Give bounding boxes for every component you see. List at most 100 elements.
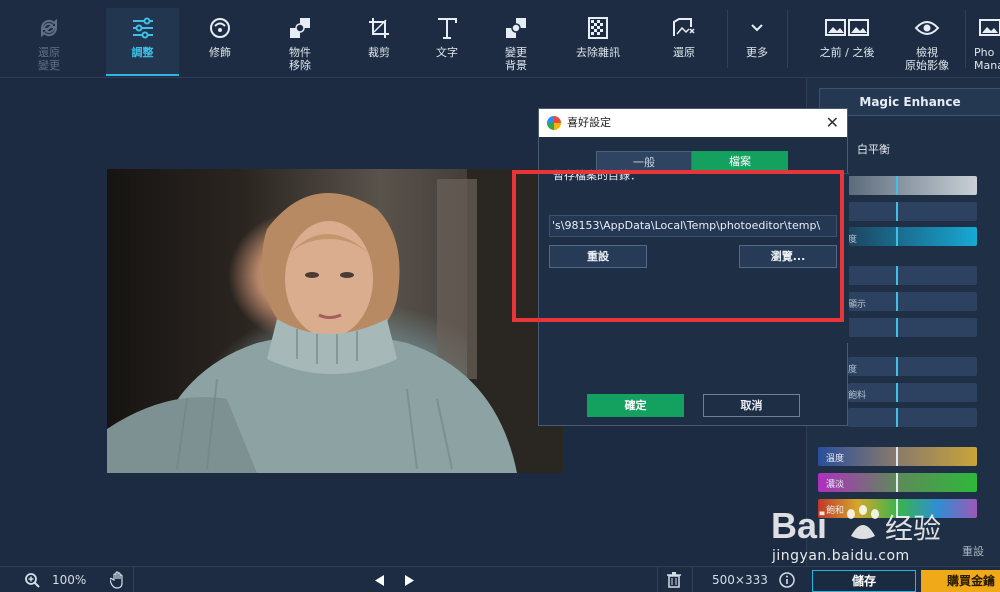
tint-slider[interactable]: 濃淡 [818,473,977,492]
portrait-photo [107,169,563,473]
slider-thumb[interactable] [896,357,898,376]
vibrance-slider[interactable] [848,357,977,376]
cancel-button[interactable]: 取消 [703,394,800,417]
save-button[interactable]: 儲存 [812,570,916,592]
zoom-level: 100% [52,573,87,587]
saturation-slider[interactable] [848,383,977,402]
bottom-divider [657,567,658,592]
toolbar-photo-manager[interactable]: Pho Mana [968,8,1000,76]
toolbar-crop-label: 裁剪 [368,46,390,59]
temperature-slider[interactable]: 溫度 [818,447,977,466]
denoise-icon [588,17,608,39]
toolbar-restore-label: 還原 [673,46,695,59]
slider-thumb[interactable] [896,292,898,311]
highlights-slider[interactable] [848,266,977,285]
slider-thumb[interactable] [896,318,898,337]
close-icon[interactable]: ✕ [826,109,839,137]
toolbar-before-after-label: 之前 / 之後 [819,46,875,59]
reset-dir-button[interactable]: 重設 [549,245,647,268]
whites-slider[interactable] [848,318,977,337]
white-balance-label: 白平衡 [857,143,890,156]
prev-image-icon[interactable] [375,575,385,586]
image-dimensions: 500×333 [712,573,768,587]
toolbar-adjust[interactable]: 調整 [106,8,179,76]
toolbar-text[interactable]: 文字 [414,8,480,76]
toolbar-crop[interactable]: 裁剪 [346,8,412,76]
slider-partial-label: 度 [848,235,858,245]
tab-file[interactable]: 檔案 [692,151,788,173]
toolbar-object-remove[interactable]: 物件 移除 [267,8,333,76]
tint-label: 濃淡 [826,480,845,490]
object-remove-icon [290,18,310,38]
slider-thumb[interactable] [896,202,898,221]
photo-canvas[interactable] [107,169,563,473]
toolbar-undo-changes[interactable]: 還原 變更 [18,8,80,76]
info-icon[interactable] [779,572,795,588]
chevron-down-icon [751,24,763,32]
slider-thumb[interactable] [896,176,898,195]
text-icon [438,18,457,39]
temp-dir-input[interactable]: 's\98153\AppData\Local\Temp\photoeditor\… [549,215,837,237]
slider-thumb[interactable] [896,408,898,427]
exposure-slider[interactable] [848,176,977,195]
trash-icon[interactable] [667,572,681,588]
slider-thumb[interactable] [896,499,898,518]
slider-partial-label: 度 [848,365,858,375]
toolbar-retouch-label: 修飾 [209,46,231,59]
slider-thumb[interactable] [896,473,898,492]
app-logo-icon [547,116,561,130]
panel-reset-button[interactable]: 重設 [962,543,984,559]
toolbar-text-label: 文字 [436,46,458,59]
bottom-divider [692,567,693,592]
sliders-icon [132,17,153,39]
slider-thumb[interactable] [896,447,898,466]
slider-thumb[interactable] [896,227,898,246]
toolbar-more[interactable]: 更多 [730,8,784,76]
ok-button[interactable]: 確定 [587,394,684,417]
toolbar-undo-label: 還原 變更 [38,46,60,72]
toolbar-object-remove-label: 物件 移除 [289,46,311,72]
toolbar-change-background-label: 變更 背景 [505,46,527,72]
preferences-dialog: 喜好設定 ✕ 一般 檔案 暫存檔案的目錄： 's\98153\AppData\L… [538,108,849,426]
slider-thumb[interactable] [896,266,898,285]
zoom-icon[interactable] [24,572,40,588]
toolbar-divider [965,10,966,68]
shadows-slider[interactable] [848,292,977,311]
dialog-title: 喜好設定 [567,116,611,129]
contrast-slider[interactable] [848,202,977,221]
toolbar-change-background[interactable]: 變更 背景 [483,8,549,76]
toolbar-more-label: 更多 [746,46,768,59]
toolbar-divider [727,10,728,68]
toolbar-photo-manager-label: Pho Mana [974,46,1000,72]
buy-key-button[interactable]: 購買金鑰 [921,570,1000,592]
photo-manager-icon [979,19,1000,36]
browse-button[interactable]: 瀏覽... [739,245,837,268]
restore-icon [673,18,695,36]
toolbar-view-original[interactable]: 檢視 原始影像 [892,8,962,76]
before-after-icon [825,19,869,36]
toolbar-divider [787,10,788,68]
toolbar-retouch[interactable]: 修飾 [187,8,253,76]
next-image-icon[interactable] [404,575,414,586]
bottom-divider [133,567,134,592]
face-icon [210,18,230,38]
toolbar-view-original-label: 檢視 原始影像 [905,46,949,72]
toolbar-before-after[interactable]: 之前 / 之後 [810,8,884,76]
temp-dir-label: 暫存檔案的目錄： [553,169,641,182]
slider-partial-label: 顯示 [848,300,867,310]
watermark-url: jingyan.baidu.com [772,548,910,564]
hue-label: 飽和 [826,506,845,516]
hue-slider[interactable]: 飽和 [818,499,977,518]
clarity-slider[interactable] [848,227,977,246]
toolbar-restore[interactable]: 還原 [651,8,717,76]
background-icon [506,18,526,38]
slider-partial-label: 飽料 [848,391,867,401]
crop-icon [369,18,389,38]
top-toolbar: 還原 變更 調整 修飾 物件 移除 裁剪 文字 變更 背景 去除雜訊 還原 更多… [0,0,1000,78]
hand-icon[interactable] [110,571,126,589]
dialog-titlebar: 喜好設定 ✕ [539,109,847,137]
toolbar-denoise-label: 去除雜訊 [576,46,620,59]
sharpness-slider[interactable] [848,408,977,427]
toolbar-denoise[interactable]: 去除雜訊 [565,8,631,76]
slider-thumb[interactable] [896,383,898,402]
